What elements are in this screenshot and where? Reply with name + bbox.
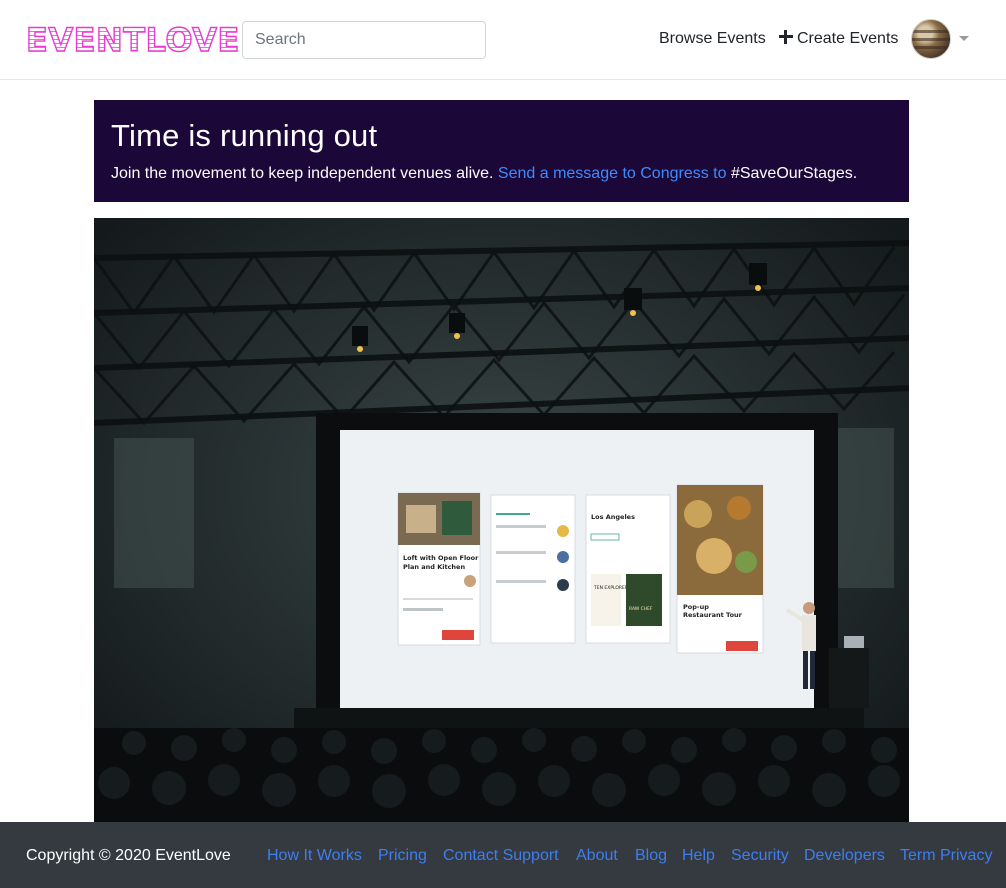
avatar[interactable] [911,19,951,59]
plus-icon [779,30,793,44]
screen-card-2 [490,494,576,644]
footer: Copyright © 2020 EventLove How It Works … [0,822,1006,888]
nav-browse-events[interactable]: Browse Events [659,29,766,49]
nav-create-events[interactable]: Create Events [779,29,898,49]
banner-text-before: Join the movement to keep independent ve… [111,165,498,182]
search-input[interactable] [242,21,486,59]
svg-text:TEN EXPLORERS: TEN EXPLORERS [593,585,631,591]
navbar: EVENTLOVE Browse Events Create Events [0,0,1006,80]
footer-link-help[interactable]: Help [682,847,715,865]
screen-card-3: Los Angeles TEN EXPLORERS RAW CHEF [585,494,671,644]
screen-card-4: Pop-up Restaurant Tour [676,484,764,654]
svg-text:Plan and Kitchen: Plan and Kitchen [403,563,465,571]
brand-logo-text: EVENTLOVE [25,20,240,59]
banner-text: Join the movement to keep independent ve… [111,163,892,185]
hero-image: Loft with Open Floor Plan and Kitchen Lo… [94,218,909,822]
footer-link-contact-support[interactable]: Contact Support [443,847,559,865]
footer-link-pricing[interactable]: Pricing [378,847,427,865]
svg-text:Los Angeles: Los Angeles [591,513,635,521]
svg-text:Pop-up: Pop-up [683,603,709,611]
footer-link-about[interactable]: About [576,847,618,865]
footer-link-security[interactable]: Security [731,847,789,865]
svg-text:Loft with Open Floor: Loft with Open Floor [403,554,479,562]
svg-text:RAW CHEF: RAW CHEF [629,606,653,612]
banner-title: Time is running out [111,118,378,153]
alert-banner: Time is running out Join the movement to… [94,100,909,202]
svg-text:Restaurant Tour: Restaurant Tour [683,611,743,619]
chevron-down-icon[interactable] [959,36,969,41]
brand-logo[interactable]: EVENTLOVE [25,20,240,60]
banner-text-after: #SaveOurStages. [726,165,858,182]
footer-link-how-it-works[interactable]: How It Works [267,847,362,865]
footer-link-term-privacy[interactable]: Term Privacy [900,847,992,865]
footer-link-blog[interactable]: Blog [635,847,667,865]
footer-link-developers[interactable]: Developers [804,847,885,865]
nav-create-events-label: Create Events [797,30,899,47]
copyright-text: Copyright © 2020 EventLove [26,847,231,864]
screen-card-1: Loft with Open Floor Plan and Kitchen [397,492,481,646]
banner-congress-link[interactable]: Send a message to Congress to [498,165,727,182]
